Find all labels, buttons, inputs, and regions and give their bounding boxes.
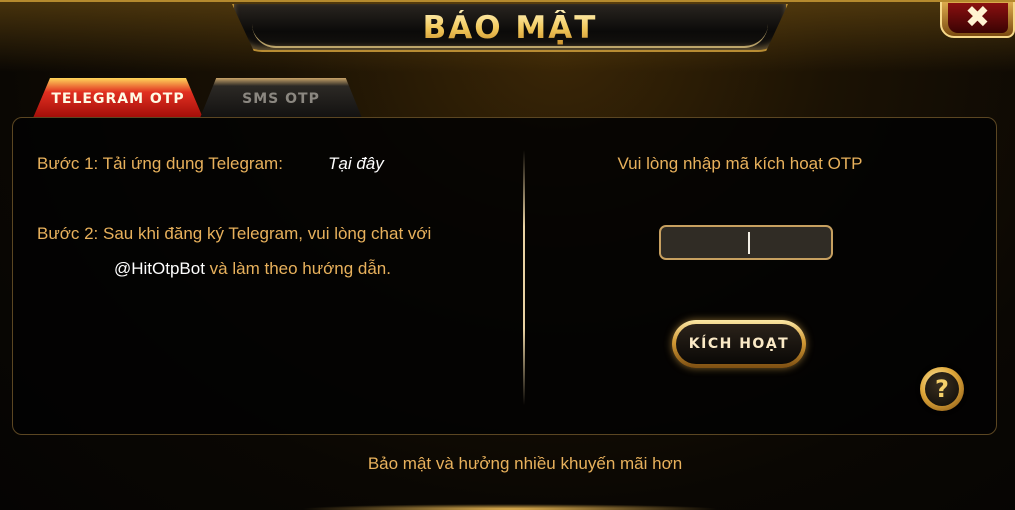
help-button-inner: ? — [925, 372, 959, 406]
close-x-icon: ✖ — [964, 0, 991, 35]
otp-input[interactable] — [659, 225, 833, 260]
dialog-title: BẢO MẬT — [232, 10, 788, 46]
question-mark-icon: ? — [935, 375, 949, 403]
tab-sms-otp[interactable]: SMS OTP — [200, 78, 362, 118]
bot-name: @HitOtpBot — [114, 259, 205, 278]
tab-label-telegram-otp: TELEGRAM OTP — [51, 91, 185, 107]
security-dialog: BẢO MẬT ✖ TELEGRAM OTP SMS OTP Bước 1: T… — [0, 0, 1015, 510]
panel-divider — [523, 150, 525, 405]
step2-text: Bước 2: Sau khi đăng ký Telegram, vui lò… — [37, 224, 432, 243]
step2-suffix: và làm theo hướng dẫn. — [204, 259, 391, 278]
bottom-glow — [300, 504, 720, 510]
close-button-inner: ✖ — [947, 0, 1008, 35]
tab-label-sms-otp: SMS OTP — [242, 91, 320, 107]
tab-telegram-otp[interactable]: TELEGRAM OTP — [33, 78, 203, 118]
close-button[interactable]: ✖ — [940, 0, 1015, 38]
otp-prompt: Vui lòng nhập mã kích hoạt OTP — [617, 154, 863, 173]
help-button[interactable]: ? — [920, 367, 964, 411]
telegram-download-link[interactable]: Tại đây — [328, 154, 384, 174]
text-caret — [748, 232, 750, 254]
activate-button-inner: KÍCH HOẠT — [676, 324, 802, 364]
activate-button-label: KÍCH HOẠT — [688, 336, 790, 352]
step1-text: Bước 1: Tải ứng dụng Telegram: — [37, 154, 283, 173]
activate-button[interactable]: KÍCH HOẠT — [672, 320, 806, 368]
step2-continuation: @HitOtpBot và làm theo hướng dẫn. — [114, 259, 391, 279]
footer-text: Bảo mật và hưởng nhiều khuyến mãi hơn — [367, 454, 683, 473]
